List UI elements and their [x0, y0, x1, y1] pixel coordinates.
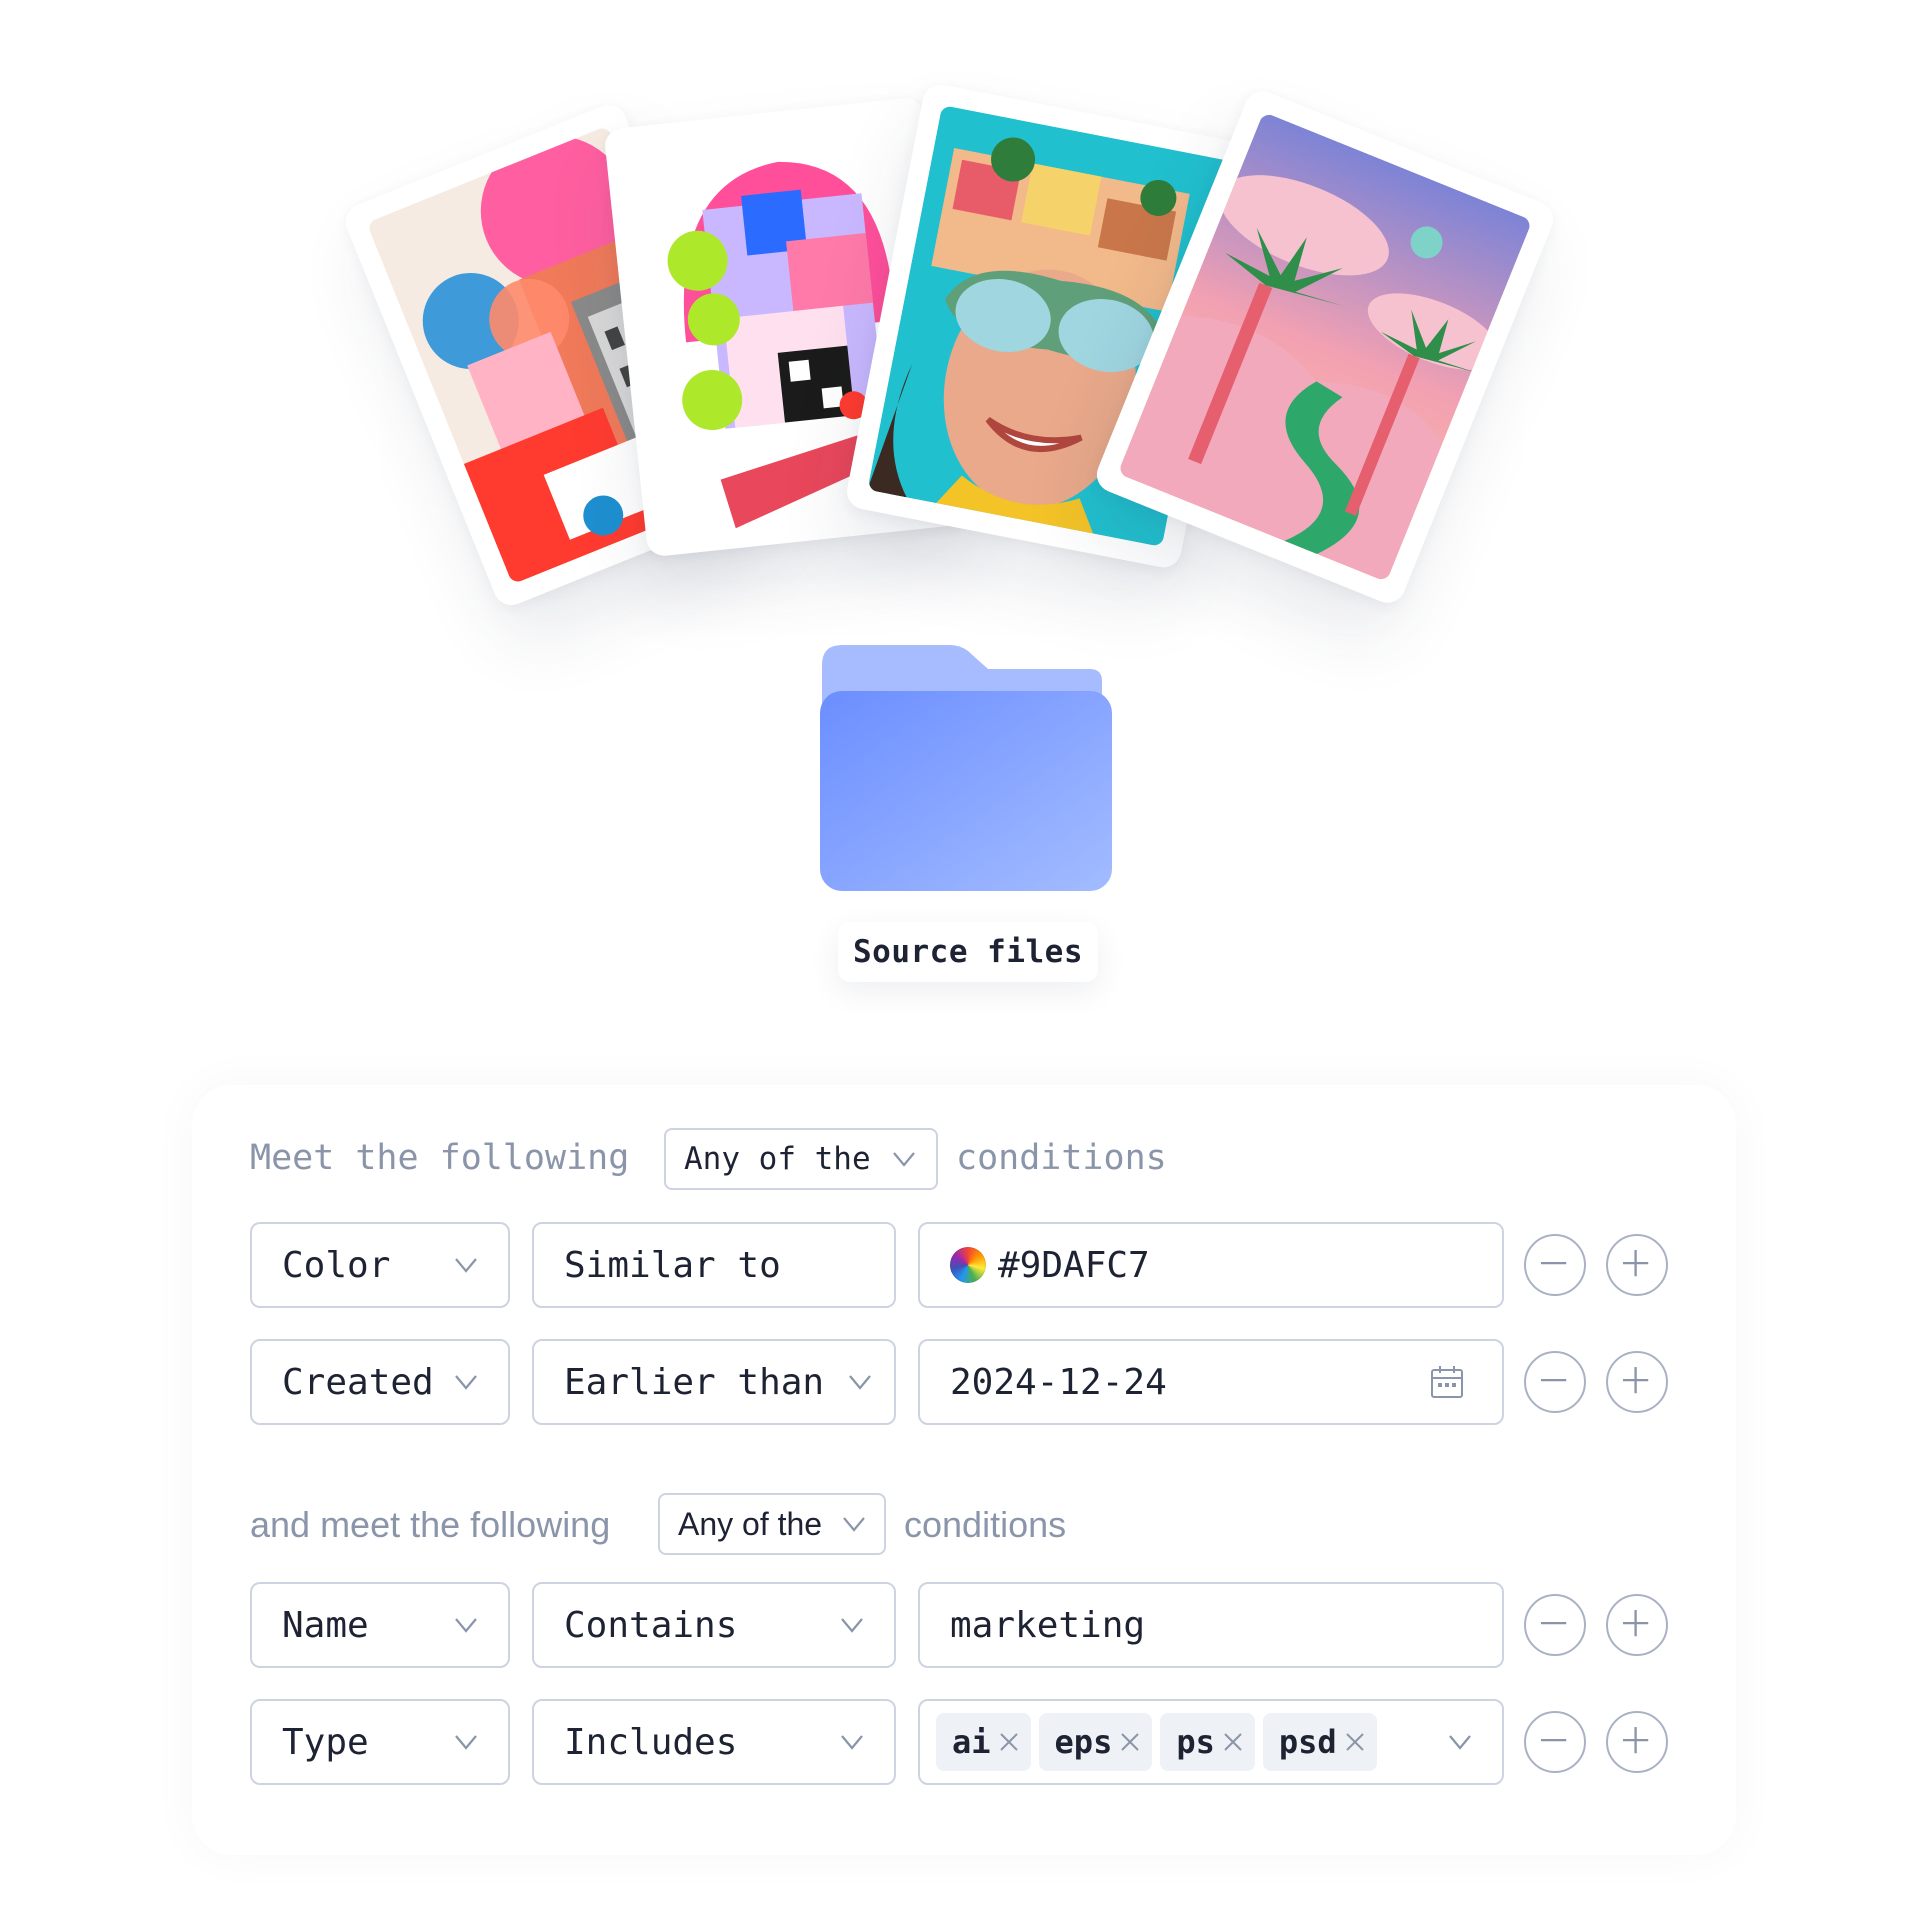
field-select-type[interactable]: Type: [250, 1699, 510, 1785]
group1-prefix: Meet the following: [250, 1138, 630, 1178]
group1-match-select[interactable]: Any of the: [664, 1128, 938, 1190]
folder-label: Source files: [838, 922, 1098, 982]
minus-icon: [1540, 1261, 1567, 1265]
type-tags-select[interactable]: ai eps ps psd: [918, 1699, 1504, 1785]
field-select-name[interactable]: Name: [250, 1582, 510, 1668]
add-row-button[interactable]: [1606, 1234, 1668, 1296]
chevron-down-icon: [454, 1731, 478, 1753]
tag-label: ps: [1176, 1723, 1215, 1761]
chevron-down-icon: [840, 1731, 864, 1753]
field-value: Color: [282, 1244, 391, 1286]
color-hex-value: #9DAFC7: [998, 1244, 1150, 1286]
chevron-down-icon: [454, 1254, 478, 1276]
minus-icon: [1540, 1738, 1567, 1742]
operator-value: Contains: [564, 1604, 738, 1646]
close-icon[interactable]: [1343, 1730, 1367, 1754]
remove-row-button[interactable]: [1524, 1594, 1586, 1656]
group1-match-value: Any of the: [684, 1141, 871, 1177]
folder-icon[interactable]: [820, 645, 1112, 891]
color-wheel-icon[interactable]: [950, 1247, 986, 1283]
group2-suffix: conditions: [904, 1504, 1067, 1545]
operator-value: Similar to: [564, 1244, 781, 1286]
remove-row-button[interactable]: [1524, 1711, 1586, 1773]
remove-row-button[interactable]: [1524, 1351, 1586, 1413]
group2-match-value: Any of the: [678, 1505, 823, 1542]
field-select-color[interactable]: Color: [250, 1222, 510, 1308]
date-input[interactable]: 2024-12-24: [918, 1339, 1504, 1425]
plus-icon: [1622, 1250, 1649, 1277]
field-value: Type: [282, 1721, 369, 1763]
plus-icon: [1622, 1610, 1649, 1637]
chevron-down-icon: [892, 1148, 916, 1170]
operator-select-includes[interactable]: Includes: [532, 1699, 896, 1785]
group1-suffix: conditions: [956, 1138, 1167, 1178]
plus-icon: [1622, 1727, 1649, 1754]
tag-label: ai: [952, 1723, 991, 1761]
tag-ps[interactable]: ps: [1160, 1713, 1255, 1771]
name-text-input[interactable]: marketing: [918, 1582, 1504, 1668]
close-icon[interactable]: [997, 1730, 1021, 1754]
tag-eps[interactable]: eps: [1038, 1713, 1153, 1771]
add-row-button[interactable]: [1606, 1594, 1668, 1656]
name-value: marketing: [950, 1604, 1146, 1646]
chevron-down-icon: [842, 1513, 866, 1535]
minus-icon: [1540, 1378, 1567, 1382]
close-icon[interactable]: [1221, 1730, 1245, 1754]
tag-label: eps: [1054, 1723, 1113, 1761]
tag-list: ai eps ps psd: [920, 1713, 1377, 1771]
chevron-down-icon: [454, 1614, 478, 1636]
operator-value: Includes: [564, 1721, 738, 1763]
chevron-down-icon[interactable]: [1448, 1731, 1472, 1753]
close-icon[interactable]: [1118, 1730, 1142, 1754]
operator-select-earlier[interactable]: Earlier than: [532, 1339, 896, 1425]
tag-ai[interactable]: ai: [936, 1713, 1031, 1771]
tag-label: psd: [1278, 1723, 1337, 1761]
chevron-down-icon: [840, 1614, 864, 1636]
operator-value: Earlier than: [564, 1361, 825, 1403]
date-value: 2024-12-24: [950, 1361, 1167, 1403]
color-value-input[interactable]: #9DAFC7: [918, 1222, 1504, 1308]
group2-prefix: and meet the following: [250, 1504, 611, 1545]
field-select-created[interactable]: Created: [250, 1339, 510, 1425]
minus-icon: [1540, 1621, 1567, 1625]
operator-select-similar[interactable]: Similar to: [532, 1222, 896, 1308]
field-value: Created: [282, 1361, 434, 1403]
add-row-button[interactable]: [1606, 1711, 1668, 1773]
tag-psd[interactable]: psd: [1262, 1713, 1377, 1771]
chevron-down-icon: [848, 1371, 872, 1393]
remove-row-button[interactable]: [1524, 1234, 1586, 1296]
calendar-icon[interactable]: [1430, 1365, 1464, 1399]
group2-match-select[interactable]: Any of the: [658, 1493, 886, 1555]
chevron-down-icon: [454, 1371, 478, 1393]
add-row-button[interactable]: [1606, 1351, 1668, 1413]
plus-icon: [1622, 1367, 1649, 1394]
field-value: Name: [282, 1604, 369, 1646]
operator-select-contains[interactable]: Contains: [532, 1582, 896, 1668]
